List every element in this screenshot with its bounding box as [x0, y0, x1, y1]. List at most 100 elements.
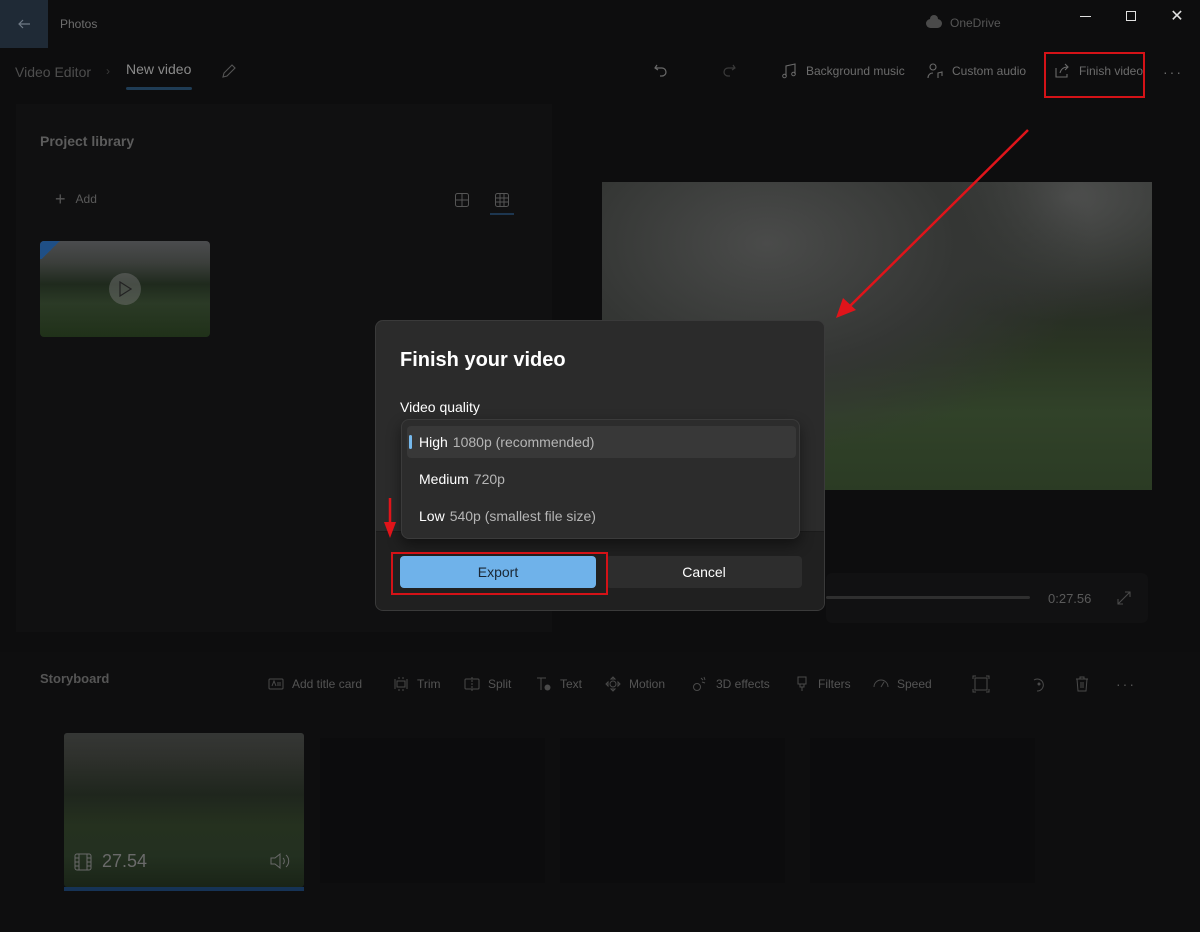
quality-option-low[interactable]: Low 540p (smallest file size) [407, 500, 796, 532]
storyboard-more-button[interactable]: ··· [1116, 676, 1136, 692]
motion-button[interactable]: Motion [605, 676, 665, 692]
custom-audio-label: Custom audio [952, 64, 1027, 78]
clip-duration-text: 27.54 [102, 851, 148, 871]
app-title: Photos [60, 17, 98, 31]
music-note-icon [782, 63, 796, 79]
rename-button[interactable] [220, 62, 238, 80]
library-video-thumbnail[interactable] [40, 241, 210, 337]
maximize-button[interactable] [1108, 0, 1154, 32]
close-icon: ✕ [1170, 8, 1184, 25]
cancel-button[interactable]: Cancel [606, 556, 802, 588]
project-library-title: Project library [40, 133, 135, 149]
storyboard-empty-slot [560, 738, 785, 883]
title-bar: Photos OneDrive ✕ [0, 0, 1200, 48]
redo-button[interactable] [720, 62, 738, 80]
photos-app-window: Photos OneDrive ✕ Video Editor › New vid… [0, 0, 1200, 932]
speed-button[interactable]: Speed [873, 676, 932, 692]
large-grid-view-button[interactable] [454, 192, 470, 208]
storyboard-empty-slot [810, 738, 1035, 883]
plus-icon: + [55, 189, 66, 209]
breadcrumb-new-video[interactable]: New video [126, 61, 191, 77]
more-icon: ··· [1163, 64, 1183, 80]
paintbrush-icon [797, 676, 807, 691]
undo-button[interactable] [652, 62, 670, 80]
back-button[interactable] [0, 0, 48, 48]
option-desc: 1080p (recommended) [452, 434, 595, 450]
minimize-button[interactable] [1062, 0, 1108, 32]
background-music-label: Background music [806, 64, 905, 78]
add-title-card-button[interactable]: Add title card [268, 676, 362, 692]
trim-button[interactable]: Trim [393, 676, 441, 692]
small-grid-view-button[interactable] [494, 192, 510, 208]
expand-icon [1117, 591, 1131, 605]
trim-label: Trim [417, 677, 441, 691]
redo-icon [723, 64, 736, 77]
dialog-title: Finish your video [400, 349, 566, 371]
play-button[interactable] [109, 273, 141, 305]
3d-effects-button[interactable]: 3D effects [692, 676, 770, 692]
split-icon [464, 677, 480, 691]
film-icon [74, 853, 92, 870]
trim-icon [394, 677, 408, 691]
text-label: Text [560, 677, 583, 691]
custom-audio-button[interactable]: Custom audio [926, 62, 1026, 80]
motion-label: Motion [629, 677, 666, 691]
breadcrumb-separator: › [106, 64, 110, 78]
video-quality-dropdown[interactable]: High 1080p (recommended) Medium 720p Low… [401, 419, 800, 539]
minimize-icon [1079, 15, 1091, 17]
storyboard-title: Storyboard [40, 671, 110, 686]
title-card-icon [268, 678, 284, 690]
option-name: High [419, 434, 448, 450]
annotation-highlight-export [391, 552, 608, 595]
more-options-button[interactable]: ··· [1163, 64, 1183, 80]
speaker-icon [270, 852, 290, 870]
view-active-indicator [490, 213, 514, 215]
fullscreen-button[interactable] [1116, 590, 1132, 606]
annotation-highlight-finish-video [1044, 52, 1145, 98]
option-name: Low [419, 508, 445, 524]
onedrive-status[interactable]: OneDrive [926, 14, 1001, 30]
clip-duration: 27.54 [74, 851, 147, 872]
playback-time: 0:27.56 [1048, 591, 1092, 606]
grid-3x3-icon [495, 193, 509, 207]
cloud-icon [926, 14, 942, 28]
add-label: Add [75, 192, 97, 206]
filters-button[interactable]: Filters [794, 676, 851, 692]
maximize-icon [1126, 11, 1136, 21]
clip-audio-button[interactable] [269, 852, 291, 870]
rotate-button[interactable] [1030, 675, 1048, 693]
breadcrumb-video-editor[interactable]: Video Editor [15, 64, 91, 80]
split-label: Split [488, 677, 512, 691]
playback-scrubber[interactable] [826, 596, 1030, 599]
background-music-button[interactable]: Background music [780, 62, 905, 80]
motion-icon [605, 676, 621, 692]
option-name: Medium [419, 471, 469, 487]
text-button[interactable]: Text [536, 676, 582, 692]
resize-button[interactable] [972, 675, 990, 693]
storyboard-empty-slot [320, 738, 545, 883]
onedrive-label: OneDrive [950, 16, 1001, 30]
add-media-button[interactable]: + Add [55, 189, 97, 209]
video-quality-label: Video quality [400, 399, 480, 415]
quality-option-medium[interactable]: Medium 720p [407, 463, 796, 495]
grid-2x2-icon [455, 193, 469, 207]
text-add-icon [537, 677, 551, 691]
person-audio-icon [927, 63, 943, 79]
more-icon: ··· [1116, 676, 1136, 692]
delete-button[interactable] [1073, 675, 1091, 693]
rotate-icon [1033, 678, 1044, 692]
speedometer-icon [873, 679, 889, 688]
back-arrow-icon [18, 19, 30, 29]
play-icon [119, 281, 132, 297]
quality-option-high[interactable]: High 1080p (recommended) [407, 426, 796, 458]
pencil-icon [222, 64, 236, 78]
option-desc: 720p [473, 471, 505, 487]
breadcrumb-active-indicator [126, 87, 192, 90]
3d-effects-icon [693, 676, 706, 691]
close-button[interactable]: ✕ [1154, 0, 1200, 32]
selected-indicator [409, 435, 412, 449]
crop-frame-icon [972, 675, 990, 693]
split-button[interactable]: Split [464, 676, 511, 692]
clip-selection-bar [64, 887, 304, 891]
add-title-card-label: Add title card [292, 677, 363, 691]
